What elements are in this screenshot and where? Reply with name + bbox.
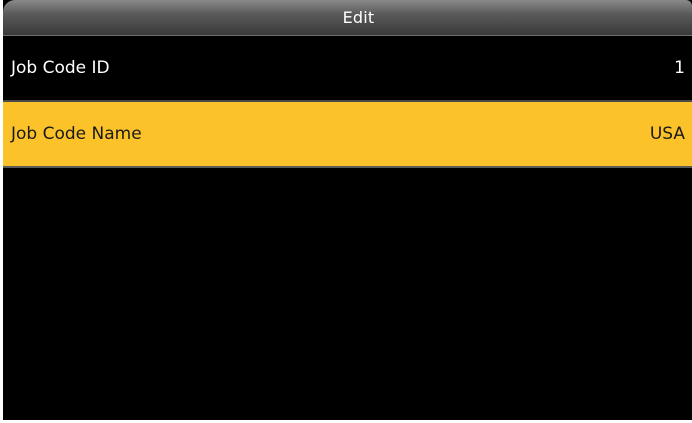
device-screen: Edit Job Code ID 1 Job Code Name USA (3, 0, 692, 420)
field-value-job-code-name: USA (649, 124, 685, 144)
page-title: Edit (342, 8, 375, 27)
list-item-job-code-name[interactable]: Job Code Name USA (3, 102, 692, 168)
field-label-job-code-id: Job Code ID (11, 58, 110, 78)
list-item-job-code-id[interactable]: Job Code ID 1 (3, 36, 692, 102)
field-value-job-code-id: 1 (674, 58, 685, 78)
field-label-job-code-name: Job Code Name (11, 124, 142, 144)
field-list: Job Code ID 1 Job Code Name USA (3, 36, 692, 168)
title-bar: Edit (3, 0, 692, 36)
